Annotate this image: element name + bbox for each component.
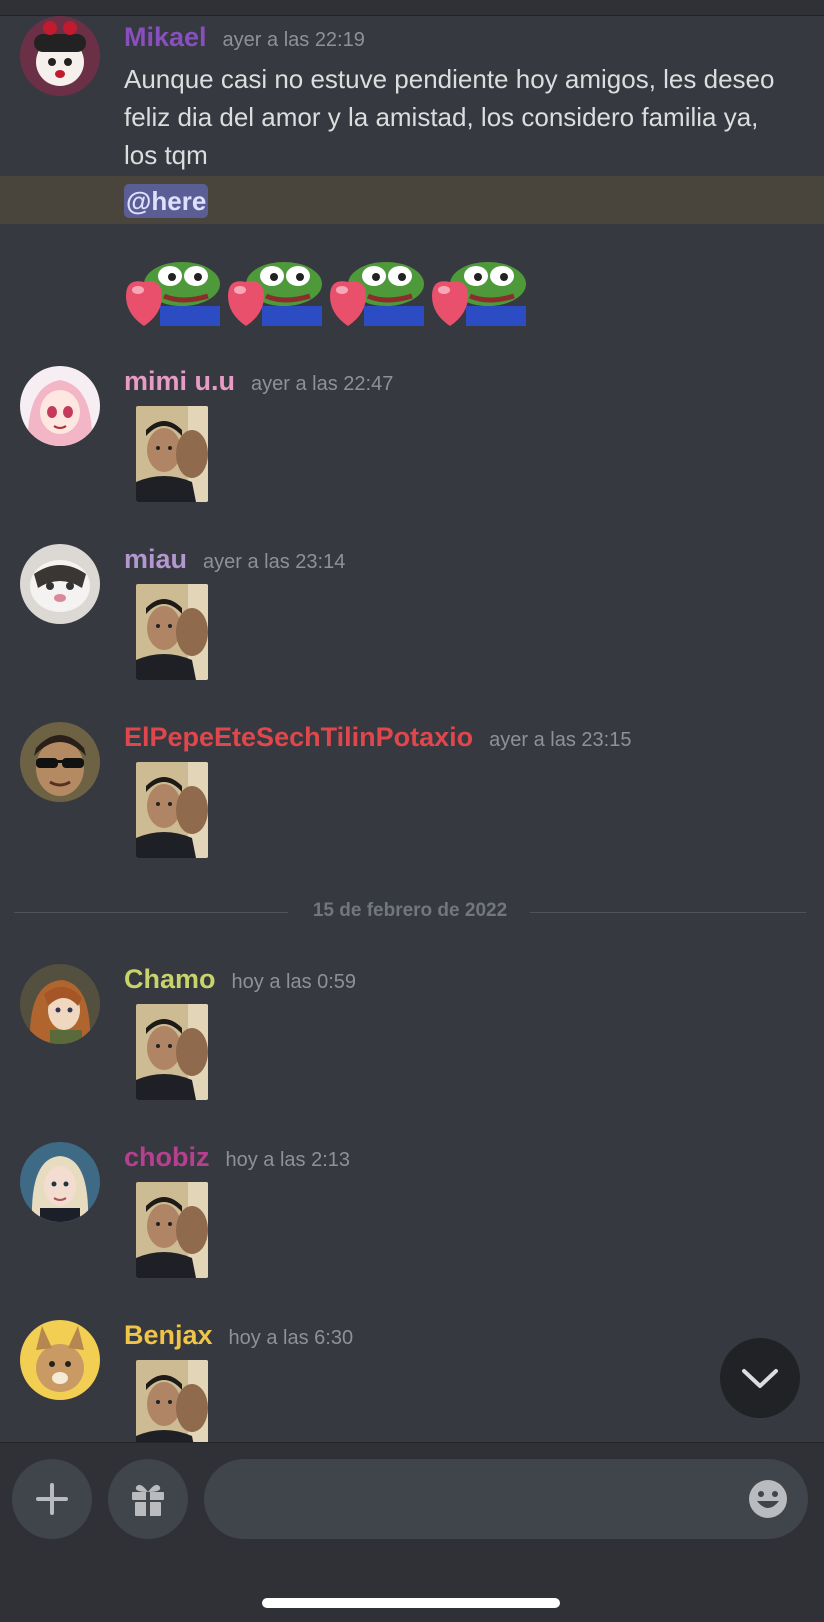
author-name[interactable]: miau: [124, 544, 187, 575]
pepe-heart-emote[interactable]: [124, 256, 222, 326]
gift-button[interactable]: [108, 1459, 188, 1539]
message-input-container: [204, 1459, 808, 1539]
timestamp: ayer a las 22:19: [222, 29, 365, 51]
gift-icon: [132, 1484, 164, 1516]
composer-bar: [0, 1442, 824, 1622]
author-name[interactable]: mimi u.u: [124, 366, 235, 397]
author-name[interactable]: chobiz: [124, 1142, 210, 1173]
date-divider: 15 de febrero de 2022: [14, 900, 806, 926]
author-name[interactable]: ElPepeEteSechTilinPotaxio: [124, 722, 473, 753]
mention-highlight-row: @here: [0, 176, 824, 224]
image-attachment[interactable]: [136, 1182, 208, 1278]
home-indicator: [262, 1598, 560, 1608]
emoji-button[interactable]: [748, 1479, 788, 1519]
avatar[interactable]: [20, 1320, 100, 1400]
scroll-to-bottom-button[interactable]: [720, 1338, 800, 1418]
message-input[interactable]: [228, 1479, 712, 1521]
image-attachment[interactable]: [136, 406, 208, 502]
pepe-heart-emote[interactable]: [226, 256, 324, 326]
author-name[interactable]: Mikael: [124, 22, 207, 53]
mention-here[interactable]: @here: [124, 184, 209, 218]
message-benjax: Benjax hoy a las 6:30: [0, 1320, 824, 1442]
timestamp: hoy a las 0:59: [231, 971, 357, 993]
image-attachment[interactable]: [136, 1004, 208, 1100]
message-miau: miau ayer a las 23:14: [0, 544, 824, 694]
message-chobiz: chobiz hoy a las 2:13: [0, 1142, 824, 1292]
avatar[interactable]: [20, 1142, 100, 1222]
avatar[interactable]: [20, 964, 100, 1044]
pepe-heart-emote[interactable]: [328, 256, 426, 326]
avatar[interactable]: [20, 544, 100, 624]
emoji-icon: [749, 1480, 787, 1518]
avatar[interactable]: [20, 722, 100, 802]
avatar[interactable]: [20, 16, 100, 96]
emote-row: [124, 256, 528, 326]
author-name[interactable]: Benjax: [124, 1320, 213, 1351]
image-attachment[interactable]: [136, 584, 208, 680]
message-chamo: Chamo hoy a las 0:59: [0, 964, 824, 1114]
plus-icon: [36, 1483, 68, 1515]
message-text: Aunque casi no estuve pendiente hoy amig…: [124, 64, 775, 170]
chevron-down-icon: [742, 1369, 778, 1388]
author-name[interactable]: Chamo: [124, 964, 216, 995]
timestamp: ayer a las 23:14: [203, 551, 346, 573]
image-attachment[interactable]: [136, 1360, 208, 1442]
message-mimi: mimi u.u ayer a las 22:47: [0, 366, 824, 516]
top-bar: [0, 0, 824, 16]
add-attachment-button[interactable]: [12, 1459, 92, 1539]
timestamp: ayer a las 22:47: [251, 373, 394, 395]
timestamp: hoy a las 2:13: [225, 1149, 351, 1171]
message-elpepe: ElPepeEteSechTilinPotaxio ayer a las 23:…: [0, 722, 824, 872]
image-attachment[interactable]: [136, 762, 208, 858]
timestamp: hoy a las 6:30: [228, 1327, 354, 1349]
pepe-heart-emote[interactable]: [430, 256, 528, 326]
timestamp: ayer a las 23:15: [489, 729, 632, 751]
date-divider-label: 15 de febrero de 2022: [296, 900, 524, 921]
avatar[interactable]: [20, 366, 100, 446]
